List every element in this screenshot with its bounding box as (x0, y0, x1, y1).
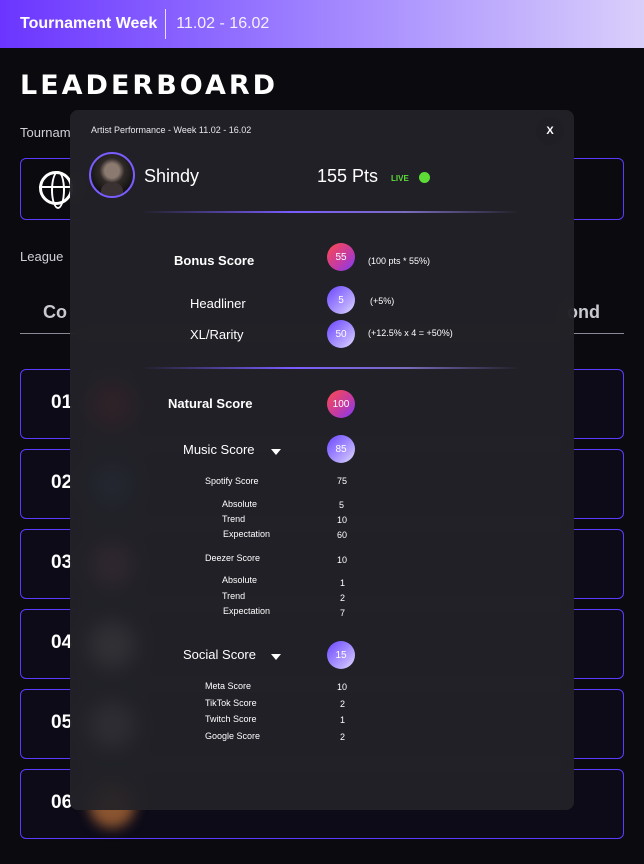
deezer-trend-value: 2 (340, 593, 346, 603)
tournament-week-title: Tournament Week (20, 15, 158, 32)
deezer-score-label: Deezer Score (205, 553, 261, 563)
natural-score-badge: 100 (327, 390, 355, 418)
tiktok-score-label: TikTok Score (205, 698, 257, 708)
spotify-trend-label: Trend (222, 514, 246, 524)
artist-avatar (89, 152, 135, 198)
artist-name: Shindy (144, 166, 200, 186)
music-score-label: Music Score (183, 442, 255, 457)
social-expand-chevron-down-icon[interactable] (271, 654, 281, 660)
spotify-absolute-value: 5 (339, 500, 345, 510)
tab-first[interactable]: Co (43, 302, 67, 323)
row-rank: 04 (51, 632, 73, 653)
tournament-label: Tournam (20, 125, 71, 140)
headliner-label: Headliner (190, 296, 246, 311)
artist-points: 155 Pts (317, 166, 379, 186)
spotify-expectation-label: Expectation (223, 529, 271, 539)
page-title: LEADERBOARD (20, 70, 279, 101)
google-score-label: Google Score (205, 731, 261, 741)
rarity-note: (+12.5% x 4 = +50%) (368, 328, 453, 338)
artist-performance-modal: Artist Performance - Week 11.02 - 16.02 … (70, 110, 574, 810)
bonus-score-note: (100 pts * 55%) (368, 256, 431, 266)
meta-score-label: Meta Score (205, 681, 252, 691)
headliner-badge: 5 (327, 286, 355, 314)
deezer-expectation-label: Expectation (223, 606, 271, 616)
bonus-score-label: Bonus Score (174, 253, 255, 268)
row-rank: 01 (51, 392, 73, 413)
divider (140, 211, 520, 213)
tournament-week-bar: Tournament Week 11.02 - 16.02 (0, 0, 644, 48)
row-rank: 02 (51, 472, 73, 493)
spotify-score-value: 75 (337, 476, 348, 486)
social-score-label: Social Score (183, 647, 256, 662)
social-score-badge: 15 (327, 641, 355, 669)
league-label: League (20, 249, 64, 264)
deezer-trend-label: Trend (222, 591, 246, 601)
tiktok-score-value: 2 (340, 699, 346, 709)
music-expand-chevron-down-icon[interactable] (271, 449, 281, 455)
deezer-expectation-value: 7 (340, 608, 346, 618)
row-rank: 06 (51, 792, 73, 813)
modal-title: Artist Performance - Week 11.02 - 16.02 (91, 125, 252, 135)
divider (140, 367, 520, 369)
meta-score-value: 10 (337, 682, 348, 692)
deezer-absolute-label: Absolute (222, 575, 258, 585)
close-button[interactable]: X (536, 117, 564, 145)
globe-icon (39, 171, 73, 209)
header-divider (165, 9, 167, 39)
music-score-badge: 85 (327, 435, 355, 463)
live-label: LIVE (391, 174, 409, 183)
tournament-week-dates: 11.02 - 16.02 (176, 15, 270, 32)
deezer-absolute-value: 1 (340, 578, 346, 588)
spotify-trend-value: 10 (337, 515, 348, 525)
spotify-expectation-value: 60 (337, 530, 348, 540)
spotify-absolute-label: Absolute (222, 499, 258, 509)
rarity-badge: 50 (327, 320, 355, 348)
twitch-score-value: 1 (340, 715, 346, 725)
live-indicator-icon (419, 172, 430, 183)
row-rank: 05 (51, 712, 73, 733)
natural-score-label: Natural Score (168, 396, 253, 411)
google-score-value: 2 (340, 732, 346, 742)
headliner-note: (+5%) (370, 296, 395, 306)
twitch-score-label: Twitch Score (205, 714, 257, 724)
bonus-score-badge: 55 (327, 243, 355, 271)
rarity-label: XL/Rarity (190, 327, 244, 342)
row-rank: 03 (51, 552, 73, 573)
deezer-score-value: 10 (337, 555, 348, 565)
spotify-score-label: Spotify Score (205, 476, 259, 486)
